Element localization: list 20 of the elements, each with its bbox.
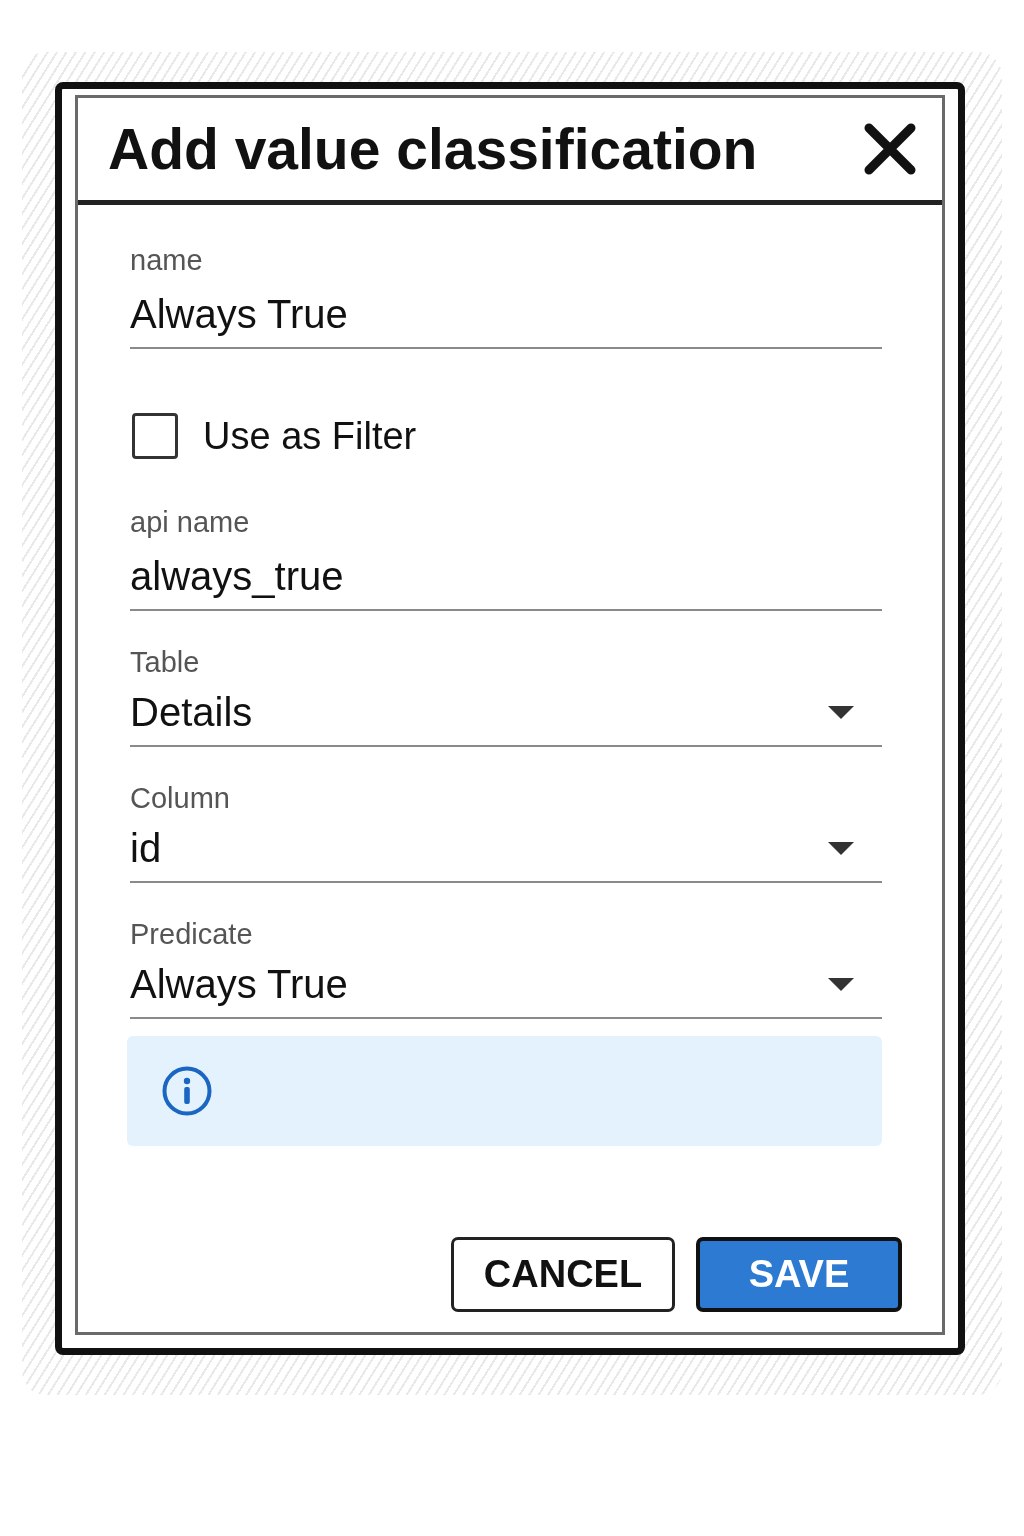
caret-icon [828, 841, 854, 855]
dialog-title: Add value classification [108, 116, 758, 182]
info-icon [162, 1066, 212, 1116]
select-field[interactable]: Always True [130, 959, 882, 1019]
cancel-button[interactable]: CANCEL [451, 1237, 675, 1312]
caret-icon [828, 977, 854, 991]
checkbox-label: Use as Filter [203, 414, 417, 458]
field-label: Table [130, 645, 201, 679]
select-field[interactable]: Details [130, 687, 882, 747]
text-input[interactable]: Always True [130, 289, 882, 349]
save-button[interactable]: SAVE [696, 1237, 902, 1312]
close-icon [864, 123, 916, 175]
checkbox[interactable] [132, 413, 178, 459]
field-label: name [130, 243, 204, 277]
caret-icon [828, 705, 854, 719]
text-input[interactable]: always_true [130, 551, 882, 611]
field-label: Predicate [130, 917, 254, 951]
field-label: Column [130, 781, 231, 815]
field-label: api name [130, 505, 251, 539]
select-field[interactable]: id [130, 823, 882, 883]
